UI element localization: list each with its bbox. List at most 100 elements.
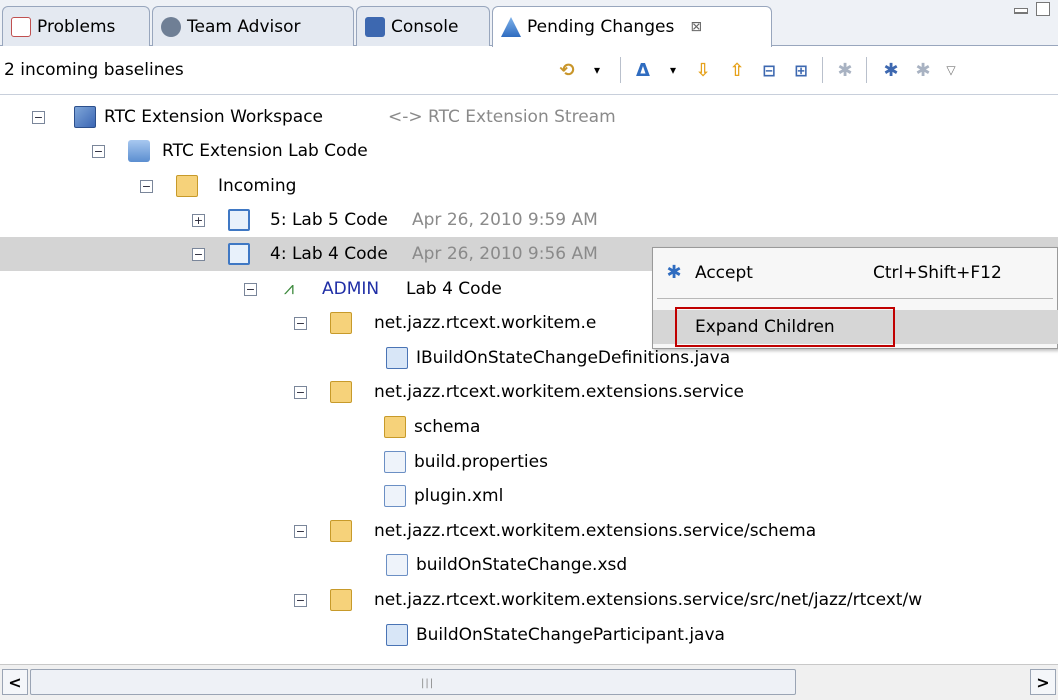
tab-label: Team Advisor [187, 16, 301, 37]
highlight-box [675, 307, 895, 347]
menu-item-label: Accept [695, 263, 753, 283]
tab-problems[interactable]: Problems [2, 6, 150, 46]
tree-node-label: 4: Lab 4 Code [270, 244, 388, 264]
java-file-icon [386, 624, 408, 646]
tree-node-date: Apr 26, 2010 9:56 AM [412, 244, 598, 264]
tab-team-advisor[interactable]: Team Advisor [152, 6, 354, 46]
problems-icon [11, 16, 31, 37]
tree-node-author: ADMIN [322, 279, 380, 299]
tree-row-component[interactable]: − RTC Extension Lab Code [0, 134, 1058, 168]
tree-node-label: schema [414, 417, 481, 437]
accept-icon: ✱ [666, 262, 682, 283]
view-tab-bar: Problems Team Advisor Console Pending Ch… [0, 0, 1058, 47]
change-set-icon: ⩘ [283, 278, 295, 299]
expand-all-icon[interactable]: ⊞ [790, 59, 812, 81]
tree-row-baseline-5[interactable]: + 5: Lab 5 Code Apr 26, 2010 9:59 AM [0, 203, 1058, 237]
folder-icon [384, 416, 406, 438]
folder-icon [330, 381, 352, 403]
tree-node-date: Apr 26, 2010 9:59 AM [412, 210, 598, 230]
xsd-file-icon [386, 554, 408, 576]
plugin-file-icon [384, 485, 406, 507]
window-buttons [1014, 2, 1050, 16]
tree-node-label: net.jazz.rtcext.workitem.extensions.serv… [374, 521, 817, 541]
scroll-right-button[interactable]: > [1030, 669, 1056, 695]
tab-label: Problems [37, 16, 116, 37]
tree-row-file[interactable]: BuildOnStateChangeParticipant.java [0, 618, 1058, 652]
properties-file-icon [384, 451, 406, 473]
horizontal-scrollbar[interactable]: < ||| > [0, 664, 1058, 700]
deliver-icon[interactable]: ✱ [834, 59, 856, 81]
baseline-icon [228, 209, 250, 231]
tree-node-label: 5: Lab 5 Code [270, 210, 388, 230]
minimize-button[interactable] [1014, 8, 1028, 14]
tree-row-folder[interactable]: − net.jazz.rtcext.workitem.extensions.se… [0, 583, 1058, 617]
view-menu-icon[interactable]: ▽ [940, 59, 962, 81]
tree-node-suffix: <-> RTC Extension Stream [388, 107, 616, 127]
delta-icon[interactable]: Δ [632, 59, 654, 81]
chevron-down-icon[interactable]: ▾ [662, 59, 684, 81]
tree-row-folder[interactable]: − net.jazz.rtcext.workitem.extensions.se… [0, 514, 1058, 548]
accept-all-icon[interactable]: ✱ [880, 59, 902, 81]
tree-node-label: IBuildOnStateChangeDefinitions.java [416, 348, 731, 368]
tree-node-label: buildOnStateChange.xsd [416, 555, 628, 575]
tree-row-file[interactable]: plugin.xml [0, 479, 1058, 513]
tree-node-label: plugin.xml [414, 486, 504, 506]
folder-icon [330, 520, 352, 542]
baseline-icon [228, 243, 250, 265]
collapse-toggle[interactable]: − [244, 282, 257, 296]
tree-node-label: net.jazz.rtcext.workitem.extensions.serv… [374, 590, 923, 610]
menu-item-accept[interactable]: ✱ Accept Ctrl+Shift+F12 [653, 256, 1058, 290]
tree-node-label: net.jazz.rtcext.workitem.extensions.serv… [374, 382, 744, 402]
component-icon [128, 140, 150, 162]
tree-row-workspace[interactable]: − RTC Extension Workspace <-> RTC Extens… [0, 100, 1058, 134]
tree-row-file[interactable]: schema [0, 410, 1058, 444]
pending-changes-icon [501, 17, 521, 37]
scroll-thumb[interactable]: ||| [30, 669, 796, 695]
tree-row-incoming[interactable]: − Incoming [0, 169, 1058, 203]
settings-icon[interactable]: ✱ [912, 59, 934, 81]
tree-row-folder[interactable]: − net.jazz.rtcext.workitem.extensions.se… [0, 375, 1058, 409]
chevron-down-icon[interactable]: ▾ [586, 59, 608, 81]
grip-icon: ||| [421, 678, 435, 689]
tab-console[interactable]: Console [356, 6, 490, 46]
scroll-left-button[interactable]: < [2, 669, 28, 695]
menu-item-shortcut: Ctrl+Shift+F12 [873, 263, 1002, 283]
collapse-toggle[interactable]: − [192, 247, 205, 261]
console-icon [365, 16, 385, 37]
collapse-toggle[interactable]: − [32, 110, 45, 124]
collapse-toggle[interactable]: − [294, 593, 307, 607]
collapse-all-icon[interactable]: ⊟ [758, 59, 780, 81]
toolbar-separator [822, 57, 823, 83]
toolbar-separator [620, 57, 621, 83]
java-file-icon [386, 347, 408, 369]
workspace-icon [74, 106, 96, 128]
folder-icon [330, 312, 352, 334]
arrow-up-icon[interactable]: ⇧ [726, 59, 748, 81]
tree-node-label: RTC Extension Workspace [104, 107, 324, 127]
collapse-toggle[interactable]: − [92, 144, 105, 158]
menu-separator [657, 298, 1053, 299]
tree-node-label: BuildOnStateChangeParticipant.java [416, 625, 725, 645]
close-icon[interactable]: ⊠ [690, 19, 702, 35]
collapse-toggle[interactable]: − [294, 316, 307, 330]
status-text: 2 incoming baselines [4, 60, 184, 80]
tree-node-label: net.jazz.rtcext.workitem.e [374, 313, 597, 333]
tab-label: Console [391, 16, 459, 37]
tree-node-label: build.properties [414, 452, 548, 472]
incoming-folder-icon [176, 175, 198, 197]
tab-pending-changes[interactable]: Pending Changes ⊠ [492, 6, 772, 47]
arrow-down-icon[interactable]: ⇩ [692, 59, 714, 81]
tree-row-file[interactable]: build.properties [0, 445, 1058, 479]
pending-changes-tree: − RTC Extension Workspace <-> RTC Extens… [0, 96, 1058, 664]
collapse-toggle[interactable]: − [294, 385, 307, 399]
maximize-button[interactable] [1036, 2, 1050, 16]
tree-row-file[interactable]: buildOnStateChange.xsd [0, 548, 1058, 582]
toolbar-separator [866, 57, 867, 83]
collapse-toggle[interactable]: − [294, 524, 307, 538]
refresh-icon[interactable]: ⟲ [556, 59, 578, 81]
expand-toggle[interactable]: + [192, 213, 205, 227]
tree-node-label: RTC Extension Lab Code [162, 141, 368, 161]
tree-node-label: Incoming [218, 176, 297, 196]
tree-node-label: Lab 4 Code [406, 279, 502, 299]
collapse-toggle[interactable]: − [140, 179, 153, 193]
